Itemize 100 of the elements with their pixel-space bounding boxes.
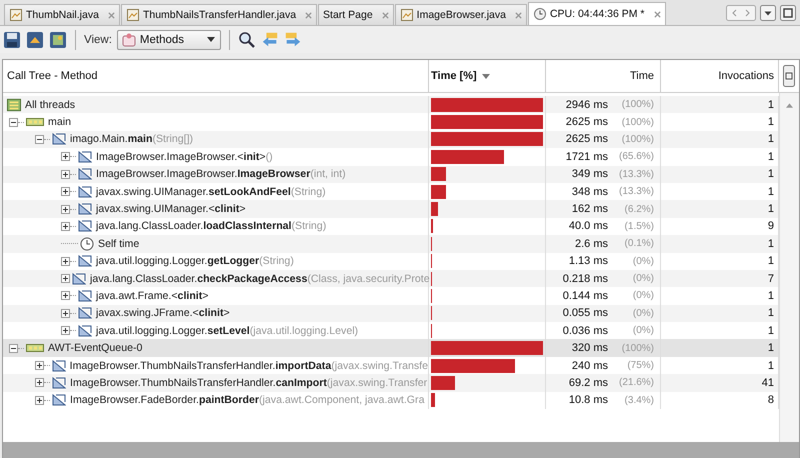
search-icon[interactable]: [238, 30, 256, 48]
invocations-count: 1: [768, 186, 774, 198]
method-name: java.util.logging.Logger.setLevel(java.util.logging.Level): [96, 324, 358, 337]
dropdown-icon[interactable]: [760, 4, 776, 20]
method-icon: [78, 202, 92, 216]
file-icon: [400, 8, 414, 22]
column-header[interactable]: Call Tree - Method: [3, 60, 429, 92]
method-icon: [52, 376, 66, 390]
editor-tab[interactable]: Start Page: [318, 4, 394, 25]
editor-tab[interactable]: ImageBrowser.java: [394, 4, 527, 25]
method-name: javax.swing.UIManager.setLookAndFeel(String): [96, 186, 326, 198]
collapse-icon[interactable]: [9, 118, 18, 127]
save-icon[interactable]: [3, 30, 21, 48]
time-value: 240 ms: [572, 360, 608, 372]
time-percent: (75%): [626, 360, 654, 372]
invocations-count: 1: [768, 133, 774, 146]
time-value: 1721 ms: [566, 150, 608, 163]
invocations-count: 1: [768, 116, 774, 128]
collapse-icon[interactable]: [9, 344, 18, 353]
method-icon: [72, 272, 86, 286]
expand-icon[interactable]: [35, 361, 44, 370]
expand-icon[interactable]: [35, 378, 44, 388]
expand-icon[interactable]: [61, 187, 70, 196]
invocations-count: 1: [768, 255, 774, 268]
expand-icon[interactable]: [61, 204, 70, 214]
file-icon: [9, 8, 23, 22]
expand-icon[interactable]: [61, 152, 70, 162]
threads-icon: [7, 98, 21, 112]
time-value: 0.144 ms: [562, 290, 608, 302]
invocations-count: 1: [768, 290, 774, 302]
close-icon[interactable]: [654, 10, 661, 18]
time-value: 0.036 ms: [562, 324, 608, 337]
method-icon: [78, 184, 92, 199]
column-header[interactable]: Time: [546, 60, 661, 92]
column-header[interactable]: Time [%]: [429, 60, 546, 92]
view-label: View:: [84, 34, 112, 46]
forward-arrow-icon[interactable]: [284, 30, 302, 48]
method-name: java.lang.ClassLoader.checkPackageAccess(Class, java.security.Prote: [90, 272, 430, 285]
method-icon: [52, 132, 66, 146]
time-value: 2625 ms: [566, 133, 608, 146]
invocations-count: 1: [768, 342, 774, 354]
time-percent: (6.2%): [624, 204, 654, 215]
editor-tab[interactable]: CPU: 04:44:36 PM *: [528, 2, 666, 25]
method-name: main: [48, 116, 71, 128]
sort-arrow-icon: [482, 74, 490, 78]
method-icon: [78, 288, 92, 303]
expand-icon[interactable]: [61, 326, 70, 336]
invocations-count: 9: [768, 220, 774, 232]
time-value: 162 ms: [572, 203, 608, 216]
invocations-count: 1: [768, 307, 774, 320]
scroll-up-icon[interactable]: [786, 103, 793, 108]
collapse-icon[interactable]: [35, 134, 44, 144]
method-icon: [52, 393, 66, 408]
method-icon: [78, 306, 92, 320]
invocations-count: 1: [768, 360, 774, 372]
column-chooser-icon[interactable]: [783, 65, 795, 87]
invocations-count: 7: [768, 272, 774, 285]
expand-icon[interactable]: [61, 170, 70, 179]
time-percent: (0%): [632, 273, 654, 284]
time-percent: (65.6%): [618, 151, 654, 162]
time-percent: (0%): [632, 256, 654, 267]
time-value: 2946 ms: [566, 98, 608, 111]
expand-icon[interactable]: [61, 274, 70, 284]
editor-tab[interactable]: ThumbNail.java: [4, 4, 120, 25]
method-name: javax.swing.UIManager.<clinit>: [96, 203, 246, 216]
invocations-count: 1: [768, 203, 774, 216]
file-icon: [126, 8, 140, 22]
time-value: 0.055 ms: [562, 307, 608, 320]
export-icon[interactable]: [26, 30, 44, 48]
time-percent: (0%): [632, 308, 654, 319]
time-percent: (100%): [620, 342, 654, 354]
image-icon[interactable]: [49, 30, 67, 48]
clock-icon: [532, 7, 547, 21]
expand-icon[interactable]: [35, 396, 44, 405]
time-value: 1.13 ms: [568, 255, 608, 268]
time-percent: (100%): [620, 134, 654, 145]
method-icon: [52, 358, 66, 373]
method-icon: [78, 324, 92, 338]
method-name: javax.swing.JFrame.<clinit>: [96, 307, 230, 320]
scrollbar[interactable]: [779, 93, 799, 442]
expand-icon[interactable]: [61, 291, 70, 300]
time-percent: (0%): [632, 290, 654, 302]
expand-icon[interactable]: [61, 256, 70, 266]
expand-icon[interactable]: [61, 308, 70, 318]
time-percent: (100%): [620, 116, 654, 128]
time-value: 320 ms: [572, 342, 608, 354]
invocations-count: 1: [768, 98, 774, 111]
editor-tab[interactable]: ThumbNailsTransferHandler.java: [120, 4, 318, 25]
maximize-icon[interactable]: [780, 4, 796, 20]
invocations-count: 1: [768, 324, 774, 337]
column-header[interactable]: Invocations: [661, 60, 779, 92]
method-name: java.util.logging.Logger.getLogger(String): [96, 255, 294, 268]
view-dropdown[interactable]: Methods: [116, 30, 221, 50]
time-value: 69.2 ms: [568, 376, 608, 389]
time-value: 349 ms: [572, 168, 608, 180]
method-icon: [78, 254, 92, 268]
expand-icon[interactable]: [61, 222, 70, 231]
time-percent: (1.5%): [624, 220, 654, 232]
method-icon: [78, 150, 92, 164]
back-arrow-icon[interactable]: [260, 30, 279, 48]
